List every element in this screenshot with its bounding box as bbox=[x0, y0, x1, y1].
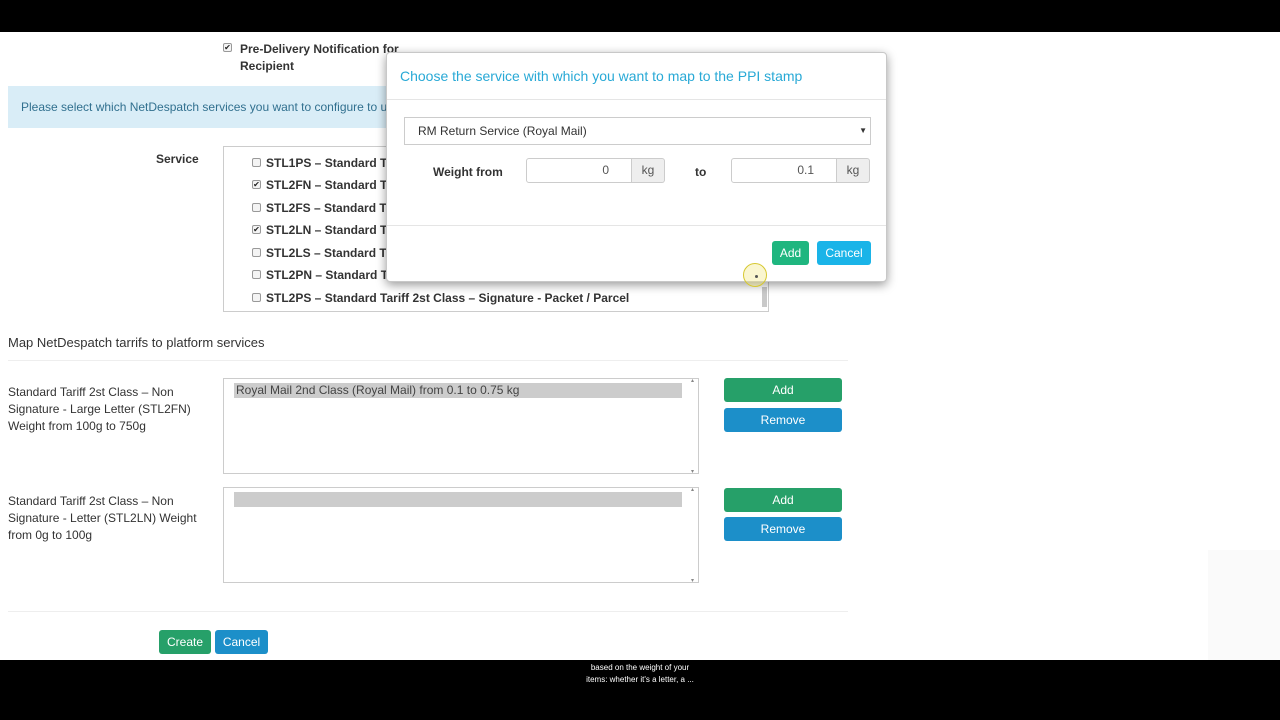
add-mapping-button[interactable]: Add bbox=[724, 488, 842, 512]
pre-delivery-checkbox[interactable]: ✔ bbox=[223, 43, 232, 52]
divider bbox=[8, 360, 848, 361]
mapping-option[interactable]: Royal Mail 2nd Class (Royal Mail) from 0… bbox=[234, 383, 682, 398]
modal-cancel-button[interactable]: Cancel bbox=[817, 241, 871, 265]
service-item-label: STL2PN – Standard Ta bbox=[266, 268, 394, 282]
service-item-label: STL2PS – Standard Tariff 2st Class – Sig… bbox=[266, 291, 630, 305]
service-select[interactable]: RM Return Service (Royal Mail) ▼ bbox=[404, 117, 871, 145]
video-caption-bar: based on the weight of your items: wheth… bbox=[0, 660, 1280, 720]
add-mapping-button[interactable]: Add bbox=[724, 378, 842, 402]
remove-mapping-button[interactable]: Remove bbox=[724, 408, 842, 432]
service-list-scrollbar[interactable] bbox=[762, 287, 767, 307]
cancel-button[interactable]: Cancel bbox=[215, 630, 268, 654]
chevron-down-icon: ▼ bbox=[859, 126, 867, 135]
service-checkbox[interactable] bbox=[252, 270, 261, 279]
weight-to-unit: kg bbox=[837, 158, 870, 183]
service-checkbox[interactable] bbox=[252, 158, 261, 167]
divider bbox=[8, 611, 848, 612]
remove-mapping-button[interactable]: Remove bbox=[724, 517, 842, 541]
mapping-listbox[interactable] bbox=[223, 486, 699, 584]
mapping-listbox[interactable]: Royal Mail 2nd Class (Royal Mail) from 0… bbox=[223, 377, 699, 475]
service-checkbox[interactable] bbox=[252, 248, 261, 257]
weight-from-unit: kg bbox=[632, 158, 665, 183]
mouse-cursor-icon bbox=[743, 263, 767, 287]
service-checkbox[interactable]: ✔ bbox=[252, 180, 261, 189]
service-item-label: STL1PS – Standard Ta bbox=[266, 156, 394, 170]
mapping-option[interactable] bbox=[234, 492, 682, 507]
service-checkbox[interactable] bbox=[252, 203, 261, 212]
weight-from-label: Weight from bbox=[433, 165, 503, 179]
service-item-label: STL2FS – Standard Ta bbox=[266, 201, 393, 215]
video-overlay-panel bbox=[1208, 550, 1280, 660]
service-label: Service bbox=[156, 152, 199, 166]
caption-line: based on the weight of your bbox=[590, 663, 690, 672]
mapping-description: Standard Tariff 2st Class – Non Signatur… bbox=[8, 494, 197, 542]
modal-add-button[interactable]: Add bbox=[772, 241, 809, 265]
service-select-value: RM Return Service (Royal Mail) bbox=[418, 124, 587, 138]
service-item-label: STL2LN – Standard Ta bbox=[266, 223, 394, 237]
pre-delivery-label: Pre-Delivery Notification for Recipient bbox=[240, 42, 399, 73]
listbox-scrollbar[interactable] bbox=[691, 486, 696, 584]
to-label: to bbox=[695, 165, 707, 179]
service-item-label: STL2FN – Standard Ta bbox=[266, 178, 394, 192]
weight-to-input[interactable]: 0.1 bbox=[731, 158, 837, 183]
modal-footer-divider bbox=[387, 225, 886, 226]
map-service-modal: Choose the service with which you want t… bbox=[386, 52, 887, 282]
service-item-label: STL2LS – Standard Ta bbox=[266, 246, 393, 260]
weight-from-input[interactable]: 0 bbox=[526, 158, 632, 183]
service-checkbox[interactable]: ✔ bbox=[252, 225, 261, 234]
video-top-bar bbox=[0, 0, 1280, 32]
map-section-title: Map NetDespatch tarrifs to platform serv… bbox=[8, 335, 265, 350]
modal-title: Choose the service with which you want t… bbox=[400, 68, 803, 84]
create-button[interactable]: Create bbox=[159, 630, 211, 654]
service-checkbox[interactable] bbox=[252, 293, 261, 302]
mapping-description: Standard Tariff 2st Class – Non Signatur… bbox=[8, 385, 191, 433]
caption-line: items: whether it's a letter, a ... bbox=[586, 675, 694, 684]
modal-header-divider bbox=[387, 99, 886, 100]
listbox-scrollbar[interactable] bbox=[691, 377, 696, 475]
